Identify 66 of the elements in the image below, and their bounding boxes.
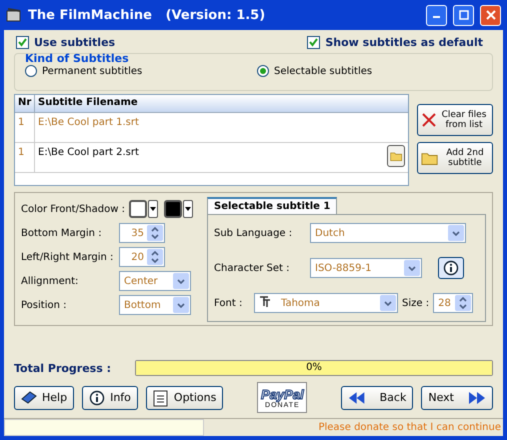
progress-label: Total Progress : (14, 362, 112, 374)
radio-label: Selectable subtitles (274, 66, 372, 76)
browse-button[interactable] (387, 145, 405, 167)
maximize-icon (458, 10, 468, 20)
info-icon (89, 390, 106, 406)
spinner-arrows-icon (455, 295, 472, 311)
dropdown-field[interactable]: Tahoma (254, 293, 398, 313)
folder-icon (390, 150, 402, 162)
field-label: Size : (402, 298, 430, 308)
spinner-field[interactable]: 35 (119, 223, 165, 243)
field-label: Left/Right Margin : (21, 252, 114, 262)
color-swatch[interactable] (128, 200, 147, 218)
dropdown-field[interactable]: Bottom (119, 295, 191, 315)
nav-button[interactable]: Next (421, 386, 493, 410)
color-swatch[interactable] (164, 200, 182, 218)
back-arrow-icon (348, 390, 366, 404)
dropdown-field[interactable]: ISO-8859-1 (310, 258, 422, 278)
checkbox[interactable] (307, 36, 320, 49)
radio-button[interactable] (257, 65, 269, 77)
status-message: Please donate so that I can continue (317, 421, 502, 435)
radio-dot-icon (260, 68, 266, 74)
column-header[interactable]: Nr (15, 95, 35, 112)
checkbox[interactable] (16, 36, 29, 49)
close-icon (486, 10, 496, 20)
table-cell: 1 (15, 113, 35, 142)
table-cell: 1 (15, 143, 35, 172)
group-title: Kind of Subtitles (25, 52, 130, 65)
field-label: Bottom Margin : (21, 228, 103, 238)
info-button[interactable] (438, 257, 464, 279)
checkbox-label: Use subtitles (34, 36, 116, 49)
next-arrow-icon (468, 390, 486, 404)
field-label: Font : (214, 298, 244, 308)
folder-icon (421, 150, 439, 166)
tab[interactable]: Selectable subtitle 1 (207, 197, 338, 214)
checkbox-label: Show subtitles as default (325, 36, 483, 49)
spinner-field[interactable]: 20 (119, 247, 165, 267)
side-button[interactable]: Clear files from list (417, 104, 493, 136)
progress-text: 0% (306, 362, 322, 373)
dropdown-field[interactable]: Dutch (310, 223, 466, 243)
field-label: Position : (21, 300, 68, 310)
field-label: Character Set : (214, 262, 291, 274)
column-header[interactable]: Subtitle Filename (35, 95, 408, 112)
close-button[interactable] (480, 4, 501, 26)
radio-label: Permanent subtitles (42, 66, 142, 76)
toolbar-button[interactable]: Info (82, 386, 138, 410)
maximize-button[interactable] (453, 4, 474, 26)
field-label: Allignment: (21, 276, 80, 286)
font-icon (259, 296, 271, 310)
dropdown-field[interactable]: Center (119, 271, 191, 291)
window-title: The FilmMachine (Version: 1.5) (28, 8, 266, 22)
spinner-field[interactable]: 28 (433, 293, 474, 313)
info-icon (443, 260, 459, 276)
spinner-arrows-icon (147, 225, 163, 241)
field-label: Color Front/Shadow : (21, 204, 125, 214)
spinner-arrows-icon (147, 249, 163, 265)
app-icon (6, 8, 22, 22)
nav-button[interactable]: Back (341, 386, 414, 410)
radio-button[interactable] (25, 65, 37, 77)
table-cell-text: E:\Be Cool part 2.srt (38, 146, 139, 158)
table-cell-text: E:\Be Cool part 1.srt (38, 116, 139, 128)
toolbar-button[interactable]: Options (146, 386, 224, 410)
field-label: Sub Language : (214, 228, 294, 238)
toolbar-button[interactable]: Help (14, 386, 74, 410)
side-button[interactable]: Add 2nd subtitle (417, 142, 493, 174)
minimize-button[interactable] (426, 4, 447, 26)
close-icon (421, 112, 437, 128)
